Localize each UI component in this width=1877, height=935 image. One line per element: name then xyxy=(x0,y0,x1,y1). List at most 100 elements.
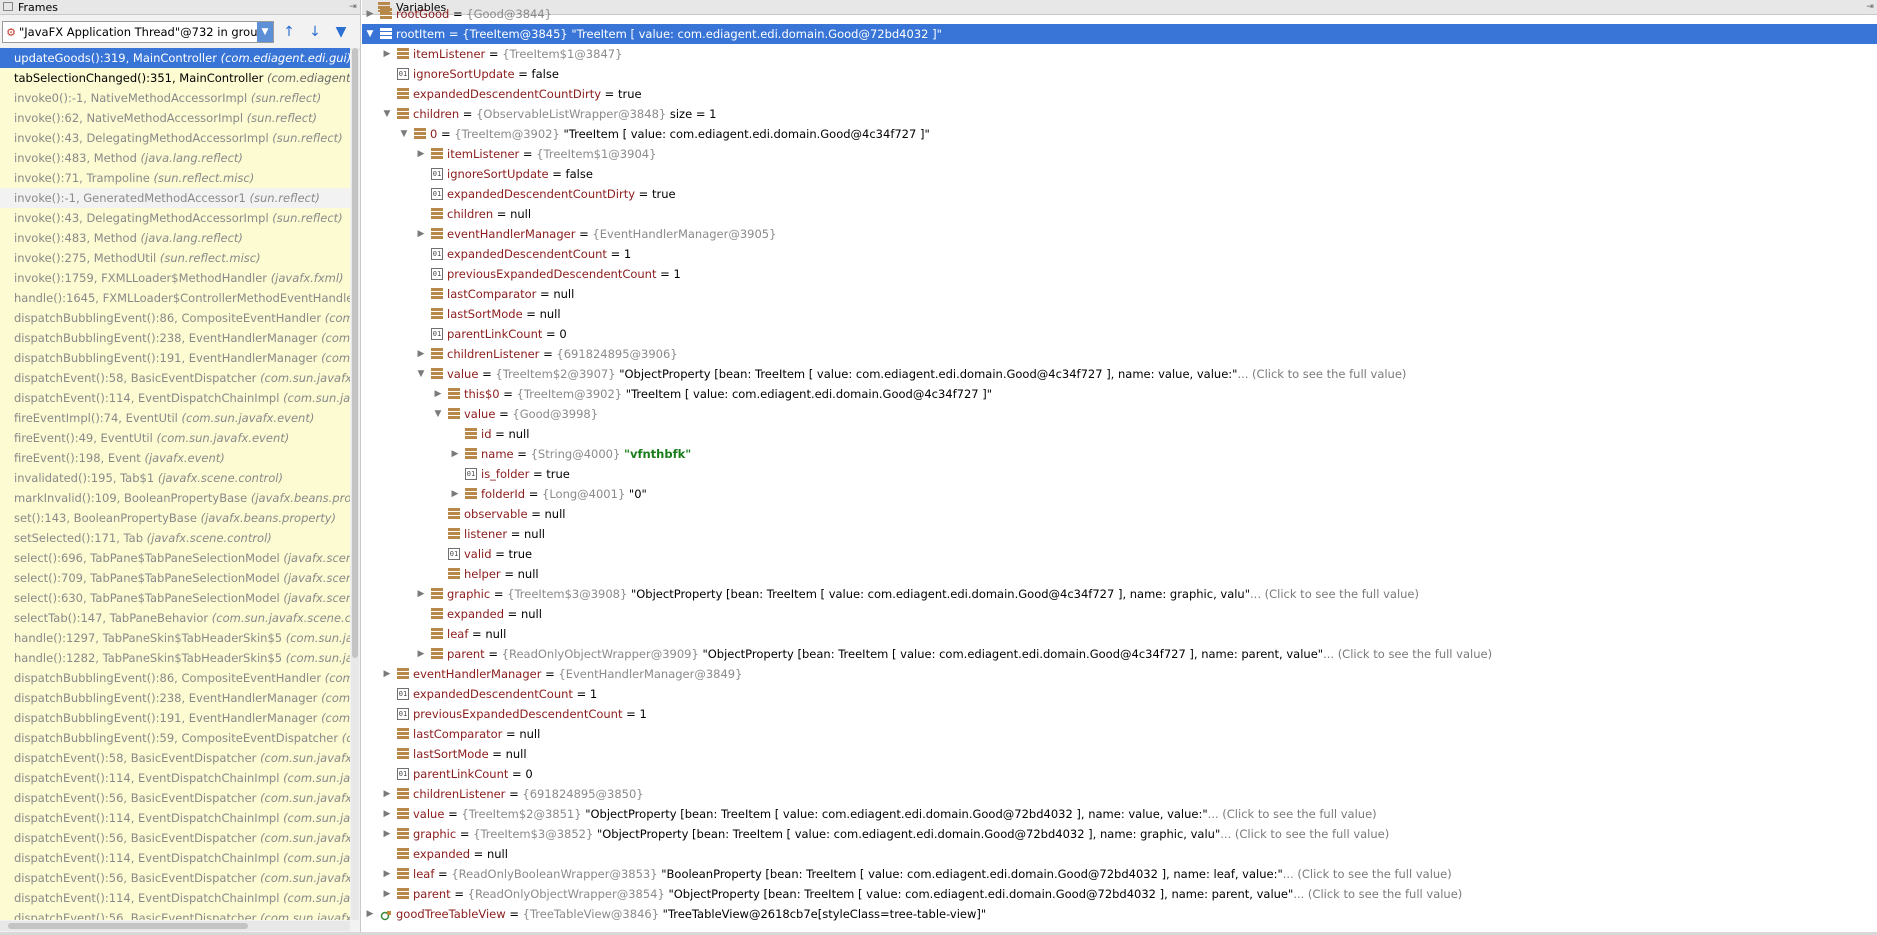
frame-row[interactable]: dispatchEvent():114, EventDispatchChainI… xyxy=(0,848,350,868)
variable-row[interactable]: ▶ rootGood = {Good@3844} xyxy=(362,4,1877,24)
frame-row[interactable]: dispatchEvent():56, BasicEventDispatcher… xyxy=(0,828,350,848)
frame-row[interactable]: dispatchEvent():114, EventDispatchChainI… xyxy=(0,768,350,788)
collapse-arrow-icon[interactable]: ▼ xyxy=(432,404,444,424)
full-value-link[interactable]: ... (Click to see the full value) xyxy=(1237,367,1406,381)
frame-row[interactable]: dispatchBubblingEvent():238, EventHandle… xyxy=(0,328,350,348)
expand-arrow-icon[interactable]: ▶ xyxy=(381,824,393,844)
variable-row[interactable]: ▶ eventHandlerManager = {EventHandlerMana… xyxy=(362,664,1877,684)
frame-row[interactable]: fireEvent():198, Event (javafx.event) xyxy=(0,448,350,468)
frame-row[interactable]: invoke():483, Method (java.lang.reflect) xyxy=(0,228,350,248)
frame-row[interactable]: handle():1282, TabPaneSkin$TabHeaderSkin… xyxy=(0,648,350,668)
frame-row[interactable]: dispatchBubblingEvent():238, EventHandle… xyxy=(0,688,350,708)
frame-row[interactable]: invoke():275, MethodUtil (sun.reflect.mi… xyxy=(0,248,350,268)
frame-row[interactable]: dispatchEvent():114, EventDispatchChainI… xyxy=(0,388,350,408)
frame-row[interactable]: markInvalid():109, BooleanPropertyBase (… xyxy=(0,488,350,508)
expand-arrow-icon[interactable]: ▶ xyxy=(415,344,427,364)
expand-arrow-icon[interactable]: ▶ xyxy=(381,864,393,884)
frame-row[interactable]: invalidated():195, Tab$1 (javafx.scene.c… xyxy=(0,468,350,488)
frame-row[interactable]: handle():1645, FXMLLoader$ControllerMeth… xyxy=(0,288,350,308)
variable-row[interactable]: 01 ignoreSortUpdate = false xyxy=(362,64,1877,84)
frame-row[interactable]: fireEvent():49, EventUtil (com.sun.javaf… xyxy=(0,428,350,448)
variable-row[interactable]: lastSortMode = null xyxy=(362,744,1877,764)
variable-row[interactable]: ▶ folderId = {Long@4001} "0" xyxy=(362,484,1877,504)
expand-arrow-icon[interactable]: ▶ xyxy=(381,804,393,824)
filter-icon[interactable]: ▼ xyxy=(330,21,352,43)
frame-row[interactable]: invoke():43, DelegatingMethodAccessorImp… xyxy=(0,128,350,148)
frame-row[interactable]: dispatchBubblingEvent():86, CompositeEve… xyxy=(0,668,350,688)
frame-row[interactable]: setSelected():171, Tab (javafx.scene.con… xyxy=(0,528,350,548)
frame-row[interactable]: invoke():1759, FXMLLoader$MethodHandler … xyxy=(0,268,350,288)
variable-row[interactable]: 01 expandedDescendentCount = 1 xyxy=(362,684,1877,704)
frame-row[interactable]: dispatchEvent():56, BasicEventDispatcher… xyxy=(0,868,350,888)
variable-row[interactable]: 01 parentLinkCount = 0 xyxy=(362,764,1877,784)
variable-row[interactable]: lastSortMode = null xyxy=(362,304,1877,324)
full-value-link[interactable]: ... (Click to see the full value) xyxy=(1208,807,1377,821)
frames-scroll-thumb[interactable] xyxy=(352,48,358,658)
variable-row[interactable]: expanded = null xyxy=(362,844,1877,864)
variable-row[interactable]: ▼ 0 = {TreeItem@3902} "TreeItem [ value: … xyxy=(362,124,1877,144)
variable-row[interactable]: children = null xyxy=(362,204,1877,224)
expand-arrow-icon[interactable]: ▶ xyxy=(381,784,393,804)
expand-arrow-icon[interactable]: ▶ xyxy=(381,44,393,64)
expand-arrow-icon[interactable]: ▶ xyxy=(415,584,427,604)
expand-arrow-icon[interactable]: ▶ xyxy=(364,4,376,24)
frame-row[interactable]: select():630, TabPane$TabPaneSelectionMo… xyxy=(0,588,350,608)
variable-row[interactable]: lastComparator = null xyxy=(362,724,1877,744)
variable-row[interactable]: ▼ rootItem = {TreeItem@3845} "TreeItem [ … xyxy=(362,24,1877,44)
frame-row[interactable]: tabSelectionChanged():351, MainControlle… xyxy=(0,68,350,88)
frames-horizontal-scrollbar[interactable] xyxy=(0,921,350,931)
frame-row[interactable]: dispatchEvent():56, BasicEventDispatcher… xyxy=(0,788,350,808)
full-value-link[interactable]: ... (Click to see the full value) xyxy=(1220,827,1389,841)
frame-row[interactable]: dispatchEvent():56, BasicEventDispatcher… xyxy=(0,908,350,920)
collapse-arrow-icon[interactable]: ▼ xyxy=(398,124,410,144)
variable-row[interactable]: 01 is_folder = true xyxy=(362,464,1877,484)
frame-row[interactable]: dispatchEvent():114, EventDispatchChainI… xyxy=(0,888,350,908)
expand-arrow-icon[interactable]: ▶ xyxy=(449,484,461,504)
frame-row[interactable]: dispatchBubblingEvent():86, CompositeEve… xyxy=(0,308,350,328)
frame-row[interactable]: select():709, TabPane$TabPaneSelectionMo… xyxy=(0,568,350,588)
frame-row[interactable]: dispatchBubblingEvent():59, CompositeEve… xyxy=(0,728,350,748)
thread-selector[interactable]: ⚙ "JavaFX Application Thread"@732 in gro… xyxy=(2,21,274,43)
variable-row[interactable]: observable = null xyxy=(362,504,1877,524)
variable-row[interactable]: 01 parentLinkCount = 0 xyxy=(362,324,1877,344)
frame-row[interactable]: dispatchEvent():58, BasicEventDispatcher… xyxy=(0,748,350,768)
variable-row[interactable]: 01 previousExpandedDescendentCount = 1 xyxy=(362,264,1877,284)
variable-row[interactable]: expanded = null xyxy=(362,604,1877,624)
variable-row[interactable]: id = null xyxy=(362,424,1877,444)
variable-row[interactable]: ▶ graphic = {TreeItem$3@3908} "ObjectProp… xyxy=(362,584,1877,604)
frame-row[interactable]: invoke():62, NativeMethodAccessorImpl (s… xyxy=(0,108,350,128)
collapse-arrow-icon[interactable]: ▼ xyxy=(415,364,427,384)
expand-arrow-icon[interactable]: ▶ xyxy=(364,904,376,924)
variable-row[interactable]: ▶ itemListener = {TreeItem$1@3847} xyxy=(362,44,1877,64)
frames-vertical-scrollbar[interactable] xyxy=(351,48,359,920)
variable-row[interactable]: listener = null xyxy=(362,524,1877,544)
frame-row[interactable]: invoke0():-1, NativeMethodAccessorImpl (… xyxy=(0,88,350,108)
variable-row[interactable]: leaf = null xyxy=(362,624,1877,644)
variable-row[interactable]: ▼ value = {TreeItem$2@3907} "ObjectProper… xyxy=(362,364,1877,384)
frame-row[interactable]: invoke():43, DelegatingMethodAccessorImp… xyxy=(0,208,350,228)
variable-row[interactable]: helper = null xyxy=(362,564,1877,584)
expand-arrow-icon[interactable]: ▶ xyxy=(415,224,427,244)
variable-row[interactable]: ▼ children = {ObservableListWrapper@3848}… xyxy=(362,104,1877,124)
variable-row[interactable]: 01 expandedDescendentCount = 1 xyxy=(362,244,1877,264)
chevron-down-icon[interactable]: ▼ xyxy=(257,22,273,42)
variable-row[interactable]: ▶ eventHandlerManager = {EventHandlerMana… xyxy=(362,224,1877,244)
full-value-link[interactable]: ... (Click to see the full value) xyxy=(1250,587,1419,601)
collapse-arrow-icon[interactable]: ▼ xyxy=(364,24,376,44)
variable-row[interactable]: ▶ value = {TreeItem$2@3851} "ObjectProper… xyxy=(362,804,1877,824)
frame-row[interactable]: invoke():483, Method (java.lang.reflect) xyxy=(0,148,350,168)
variable-row[interactable]: ▶ itemListener = {TreeItem$1@3904} xyxy=(362,144,1877,164)
variable-row[interactable]: ▶ parent = {ReadOnlyObjectWrapper@3854} "… xyxy=(362,884,1877,904)
variable-row[interactable]: ▼ value = {Good@3998} xyxy=(362,404,1877,424)
expand-arrow-icon[interactable]: ▶ xyxy=(381,664,393,684)
expand-arrow-icon[interactable]: ▶ xyxy=(449,444,461,464)
pin-icon[interactable]: ⇥ xyxy=(346,2,360,12)
variable-row[interactable]: lastComparator = null xyxy=(362,284,1877,304)
frame-row[interactable]: select():696, TabPane$TabPaneSelectionMo… xyxy=(0,548,350,568)
frame-row[interactable]: dispatchBubblingEvent():191, EventHandle… xyxy=(0,708,350,728)
frame-row[interactable]: handle():1297, TabPaneSkin$TabHeaderSkin… xyxy=(0,628,350,648)
variable-row[interactable]: ▶ leaf = {ReadOnlyBooleanWrapper@3853} "B… xyxy=(362,864,1877,884)
expand-arrow-icon[interactable]: ▶ xyxy=(432,384,444,404)
frame-row[interactable]: dispatchEvent():114, EventDispatchChainI… xyxy=(0,808,350,828)
variable-row[interactable]: 01 previousExpandedDescendentCount = 1 xyxy=(362,704,1877,724)
